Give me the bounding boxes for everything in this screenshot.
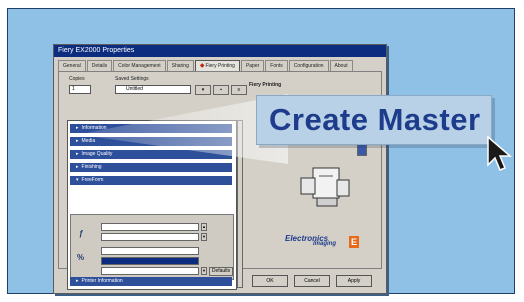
chevron-right-icon: ▸ bbox=[76, 138, 79, 144]
tab-paper[interactable]: Paper bbox=[240, 60, 265, 71]
saved-settings-dropdown-button[interactable]: ▾ bbox=[195, 85, 211, 95]
mouse-pointer-icon bbox=[487, 135, 513, 171]
saved-settings-value: Untitled bbox=[126, 86, 143, 92]
use-master-field[interactable] bbox=[101, 247, 199, 255]
electronics-imaging-logo: Electronics Imaging bbox=[285, 234, 336, 247]
master-field[interactable] bbox=[101, 223, 199, 231]
scrollbar[interactable] bbox=[237, 120, 243, 288]
disk-icon: ▪ bbox=[220, 87, 222, 93]
create-master-callout: Create Master bbox=[256, 95, 492, 145]
tab-fiery-printing[interactable]: ◆Fiery Printing bbox=[194, 60, 240, 71]
section-image-quality[interactable]: ▸ Image Quality bbox=[70, 150, 232, 159]
right-panel-header: Fiery Printing bbox=[249, 82, 282, 88]
chevron-right-icon: ▸ bbox=[76, 278, 79, 284]
use-master-selected-item[interactable] bbox=[101, 257, 199, 265]
ok-button[interactable]: OK bbox=[252, 275, 288, 287]
settings-list-pane: ▸ Information ▸ Media ▸ Image Quality ▸ Fini… bbox=[67, 120, 237, 290]
logo-badge-icon: E bbox=[349, 236, 359, 248]
tab-color-management[interactable]: Color Management bbox=[113, 60, 166, 71]
chevron-down-icon: ▾ bbox=[76, 177, 79, 183]
section-freeform-label: FreeForm bbox=[81, 177, 104, 183]
tab-sharing[interactable]: Sharing bbox=[166, 60, 194, 71]
master-field-spin[interactable]: ▲ bbox=[201, 223, 207, 231]
section-media[interactable]: ▸ Media bbox=[70, 137, 232, 146]
chevron-right-icon: ▸ bbox=[76, 125, 79, 131]
callout-text: Create Master bbox=[269, 102, 481, 137]
save-settings-button[interactable]: ▪ bbox=[213, 85, 229, 95]
tab-configuration[interactable]: Configuration bbox=[288, 60, 329, 71]
printer-properties-window: Fiery EX2000 Properties General Details … bbox=[53, 44, 387, 294]
copies-label: Copies bbox=[69, 76, 85, 82]
saved-settings-label: Saved Settings bbox=[115, 76, 149, 82]
section-freeform[interactable]: ▾ FreeForm bbox=[70, 176, 232, 185]
cancel-button[interactable]: Cancel bbox=[294, 275, 330, 287]
section-media-label: Media bbox=[81, 138, 96, 144]
copies-input[interactable]: 1 bbox=[69, 85, 91, 94]
printer-illustration bbox=[300, 167, 350, 207]
tab-general[interactable]: General bbox=[58, 60, 86, 71]
section-finishing-label: Finishing bbox=[81, 164, 102, 170]
defaults-button[interactable]: Defaults bbox=[209, 267, 233, 276]
tab-fonts[interactable]: Fonts bbox=[265, 60, 288, 71]
tab-strip: General Details Color Management Sharing… bbox=[58, 60, 353, 71]
chevron-down-icon: ▾ bbox=[201, 87, 205, 93]
master-list-spin[interactable]: ▼ bbox=[201, 233, 207, 241]
section-finishing[interactable]: ▸ Finishing bbox=[70, 163, 232, 172]
saved-settings-select[interactable]: Untitled bbox=[115, 85, 191, 94]
freeform-options-box: ƒ % ▲ ▼ ▼ Defaults bbox=[70, 214, 234, 280]
section-image-quality-label: Image Quality bbox=[81, 151, 113, 157]
tab-about[interactable]: About bbox=[329, 60, 353, 71]
screenshot-frame: Fiery EX2000 Properties General Details … bbox=[7, 8, 515, 294]
master-list-item[interactable] bbox=[101, 233, 199, 241]
options-icon: ≡ bbox=[237, 87, 241, 93]
tab-details[interactable]: Details bbox=[86, 60, 113, 71]
use-master-list-item[interactable] bbox=[101, 267, 199, 275]
tab-fiery-printing-label: Fiery Printing bbox=[205, 63, 235, 69]
section-printer-information[interactable]: ▸ Printer Information bbox=[70, 277, 232, 286]
use-master-spin[interactable]: ▼ bbox=[201, 267, 207, 275]
section-printer-information-label: Printer Information bbox=[81, 278, 123, 284]
chevron-right-icon: ▸ bbox=[76, 164, 79, 170]
window-title: Fiery EX2000 Properties bbox=[54, 45, 386, 57]
apply-button[interactable]: Apply bbox=[336, 275, 372, 287]
percent-icon: % bbox=[77, 253, 85, 262]
section-information[interactable]: ▸ Information bbox=[70, 124, 232, 133]
fx-icon: ƒ bbox=[79, 229, 84, 238]
printer-icon: ◆ bbox=[199, 63, 205, 69]
chevron-right-icon: ▸ bbox=[76, 151, 79, 157]
logo-sub-text: Imaging bbox=[313, 241, 337, 247]
section-information-label: Information bbox=[81, 125, 107, 131]
